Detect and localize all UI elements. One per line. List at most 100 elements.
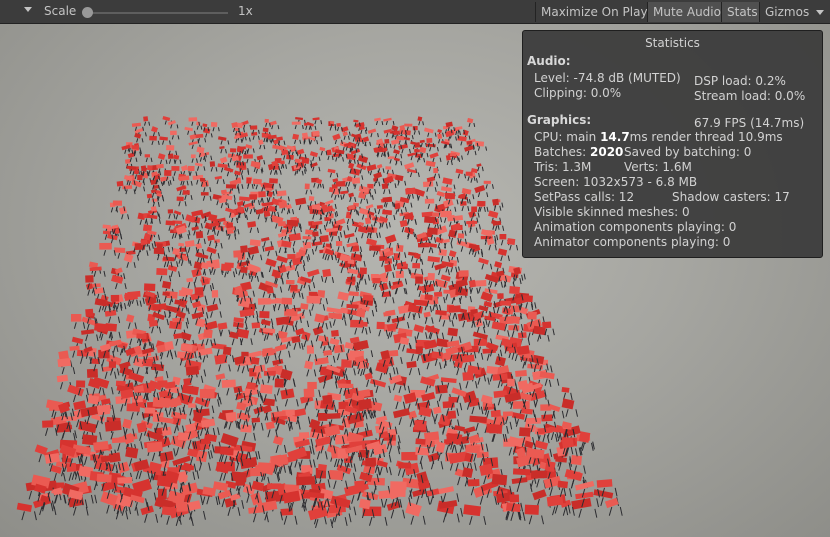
red-object <box>483 180 491 184</box>
object-legs <box>275 444 287 454</box>
cpu-suffix: ms render thread 10.9ms <box>629 130 783 144</box>
red-object <box>412 126 418 131</box>
red-object <box>99 242 112 250</box>
red-object <box>419 139 425 144</box>
red-object <box>108 361 117 368</box>
red-object <box>209 161 216 167</box>
red-object <box>426 176 436 183</box>
red-object <box>276 136 283 141</box>
object-legs <box>440 255 450 262</box>
cpu-prefix: CPU: main <box>534 130 601 144</box>
red-object <box>423 127 434 134</box>
red-object <box>296 476 316 486</box>
object-legs <box>331 235 341 242</box>
object-legs <box>263 334 278 341</box>
red-object <box>265 258 277 268</box>
object-legs <box>152 132 160 137</box>
red-object <box>460 201 467 206</box>
red-object <box>395 270 404 279</box>
stats-button[interactable]: Stats <box>721 2 759 22</box>
object-legs <box>187 282 196 289</box>
red-object <box>263 370 276 376</box>
object-legs <box>210 311 222 318</box>
red-object <box>251 417 261 423</box>
red-object <box>210 121 218 128</box>
red-object <box>365 457 377 467</box>
red-object <box>541 414 553 422</box>
red-object <box>200 438 211 445</box>
red-object <box>164 341 174 351</box>
red-object <box>320 235 329 243</box>
gizmos-button[interactable]: Gizmos <box>759 2 830 22</box>
object-legs <box>286 271 300 278</box>
object-legs <box>61 367 76 375</box>
red-object <box>351 177 361 184</box>
red-object <box>243 154 253 159</box>
red-object <box>502 411 513 417</box>
red-object <box>199 389 215 399</box>
object-legs <box>471 406 484 415</box>
red-object <box>561 437 574 449</box>
object-legs <box>410 515 426 525</box>
red-object <box>332 133 341 141</box>
red-object <box>199 177 206 182</box>
red-object <box>150 206 157 212</box>
red-object <box>309 151 319 158</box>
red-object <box>437 486 455 495</box>
object-legs <box>409 368 421 376</box>
red-object <box>239 308 255 318</box>
red-object <box>403 392 417 404</box>
red-object <box>266 286 274 294</box>
red-object <box>247 221 257 228</box>
red-object <box>561 386 570 393</box>
red-object <box>322 394 333 405</box>
gizmos-dropdown-icon[interactable] <box>816 10 824 15</box>
red-object <box>274 378 284 388</box>
red-object <box>463 504 482 517</box>
red-object <box>276 255 289 264</box>
red-object <box>372 277 381 284</box>
red-object <box>175 501 188 512</box>
red-object <box>418 406 432 417</box>
dropdown-arrow-icon[interactable] <box>24 7 32 12</box>
scale-slider-thumb[interactable] <box>82 7 93 18</box>
red-object <box>404 162 415 170</box>
red-object <box>287 446 308 462</box>
object-legs <box>396 321 410 329</box>
red-object <box>604 497 619 509</box>
object-legs <box>136 138 144 143</box>
red-object <box>141 166 148 172</box>
object-legs <box>162 140 171 145</box>
object-legs <box>477 146 488 151</box>
object-legs <box>298 204 310 211</box>
mute-audio-button[interactable]: Mute Audio <box>647 2 721 22</box>
red-object <box>462 371 474 381</box>
object-legs <box>196 166 206 171</box>
red-object <box>143 283 156 292</box>
object-legs <box>332 319 347 326</box>
red-object <box>413 324 425 333</box>
red-object <box>362 294 374 301</box>
maximize-on-play-button[interactable]: Maximize On Play <box>535 2 648 22</box>
red-object <box>510 315 521 325</box>
red-object <box>391 125 399 132</box>
object-legs <box>311 304 326 311</box>
object-legs <box>375 120 384 126</box>
object-legs <box>544 378 560 386</box>
red-object <box>311 204 321 210</box>
red-object <box>468 279 477 288</box>
red-object <box>291 121 301 125</box>
red-object <box>445 121 453 128</box>
object-legs <box>515 274 524 281</box>
scale-slider[interactable] <box>88 12 228 14</box>
object-legs <box>267 250 278 257</box>
red-object <box>178 242 185 247</box>
red-object <box>156 163 164 169</box>
red-object <box>255 208 264 215</box>
red-object <box>393 130 400 136</box>
object-legs <box>479 495 498 505</box>
object-legs <box>173 425 185 434</box>
object-legs <box>386 183 397 189</box>
object-legs <box>159 159 168 165</box>
object-legs <box>280 325 295 332</box>
